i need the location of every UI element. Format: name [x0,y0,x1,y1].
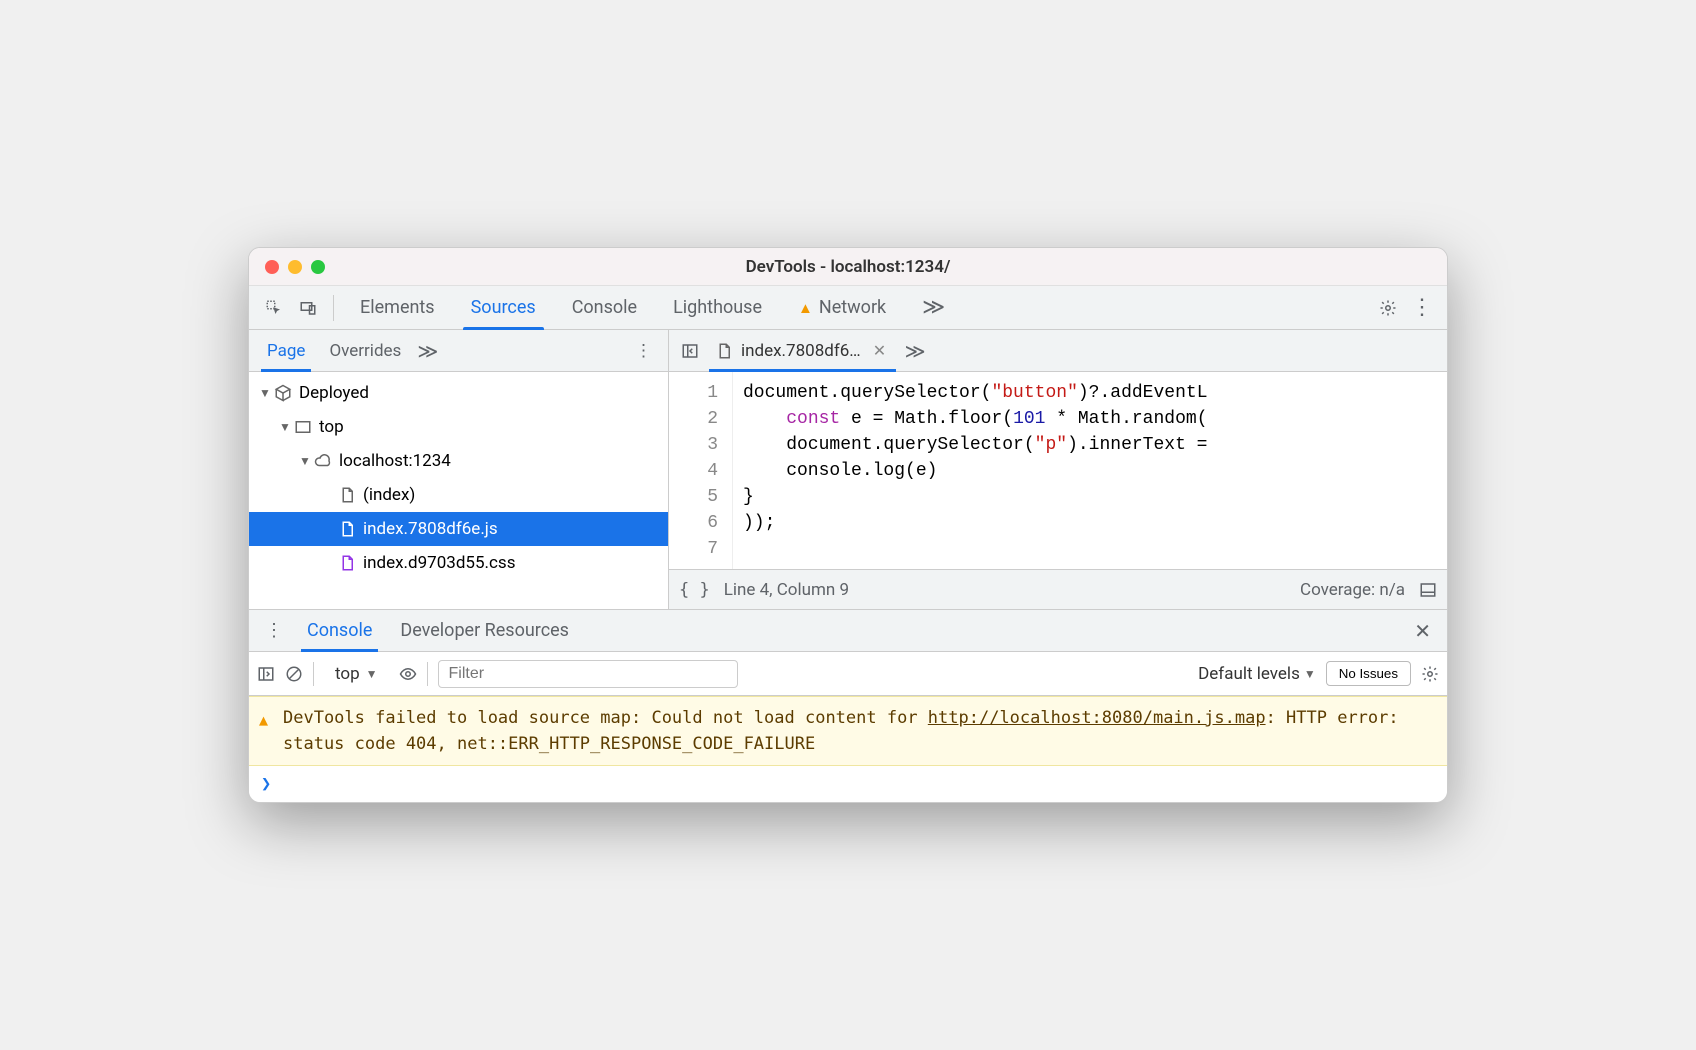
coverage-label: Coverage: n/a [1300,580,1405,600]
console-toolbar: top ▼ Default levels ▼ No Issues [249,652,1447,696]
levels-label: Default levels [1198,664,1300,684]
devtools-window: DevTools - localhost:1234/ Elements Sour… [248,247,1448,803]
drawer-tab-console[interactable]: Console [293,610,386,651]
sources-split: Page Overrides ≫ ⋮ ▼ Deployed ▼ [249,330,1447,610]
warning-prefix: DevTools failed to load source map: Coul… [283,708,928,728]
kebab-menu-icon[interactable]: ⋮ [1405,295,1439,320]
navigator-tab-overrides[interactable]: Overrides [317,330,413,371]
tree-file-css[interactable]: index.d9703d55.css [249,546,668,580]
navigator-kebab-icon[interactable]: ⋮ [625,341,662,361]
console-prompt[interactable]: ❯ [249,766,1447,802]
context-label: top [335,664,360,684]
navigator-tab-page[interactable]: Page [255,330,317,371]
cube-icon [273,384,293,402]
console-filter-input[interactable] [438,660,738,688]
divider [313,662,314,686]
tab-elements[interactable]: Elements [342,286,453,329]
navigator-more-tabs[interactable]: ≫ [417,339,438,363]
document-icon [715,342,733,360]
divider [333,295,334,321]
console-context-selector[interactable]: top ▼ [324,659,389,689]
main-tab-strip: Elements Sources Console Lighthouse ▲ Ne… [249,286,1447,330]
show-drawer-icon[interactable] [1419,581,1437,599]
more-tabs-button[interactable]: ≫ [904,286,963,329]
cursor-position: Line 4, Column 9 [724,580,849,600]
issues-button[interactable]: No Issues [1326,661,1411,686]
close-tab-icon[interactable]: ✕ [869,341,890,360]
document-icon [337,486,357,504]
tree-domain-label: localhost:1234 [339,451,451,471]
log-levels-selector[interactable]: Default levels ▼ [1198,664,1316,684]
window-title: DevTools - localhost:1234/ [746,257,951,277]
tab-lighthouse[interactable]: Lighthouse [655,286,780,329]
frame-icon [293,418,313,436]
tree-file-js[interactable]: index.7808df6e.js [249,512,668,546]
toggle-navigator-icon[interactable] [675,342,705,360]
tree-file-label: index.d9703d55.css [363,553,515,573]
tree-domain[interactable]: ▼ localhost:1234 [249,444,668,478]
navigator-tabs: Page Overrides ≫ ⋮ [249,330,668,372]
close-window-button[interactable] [265,260,279,274]
close-drawer-icon[interactable]: ✕ [1404,619,1441,643]
chevron-down-icon: ▼ [297,454,313,468]
pretty-print-icon[interactable]: { } [679,580,710,600]
console-sidebar-toggle-icon[interactable] [257,665,275,683]
tree-top-label: top [319,417,344,437]
chevron-down-icon: ▼ [277,420,293,434]
document-icon [337,520,357,538]
line-gutter: 1234567 [669,372,733,569]
live-expression-icon[interactable] [399,665,417,683]
drawer-tab-dev-resources[interactable]: Developer Resources [386,610,583,651]
divider [427,662,428,686]
device-toolbar-icon[interactable] [291,299,325,317]
traffic-lights [249,260,325,274]
navigator-pane: Page Overrides ≫ ⋮ ▼ Deployed ▼ [249,330,669,609]
editor-pane: index.7808df6… ✕ ≫ 1234567 document.quer… [669,330,1447,609]
maximize-window-button[interactable] [311,260,325,274]
document-icon [337,554,357,572]
console-settings-icon[interactable] [1421,665,1439,683]
chevron-down-icon: ▼ [1304,667,1316,681]
cloud-icon [313,452,333,470]
file-tree: ▼ Deployed ▼ top ▼ [249,372,668,609]
tab-sources[interactable]: Sources [453,286,554,329]
code-content[interactable]: document.querySelector("button")?.addEve… [733,372,1447,569]
settings-icon[interactable] [1371,299,1405,317]
chevron-down-icon: ▼ [257,386,273,400]
tree-group-deployed[interactable]: ▼ Deployed [249,376,668,410]
clear-console-icon[interactable] [285,665,303,683]
console-warning-message[interactable]: ▲ DevTools failed to load source map: Co… [249,696,1447,766]
console-messages: ▲ DevTools failed to load source map: Co… [249,696,1447,802]
warning-icon: ▲ [259,707,268,733]
editor-tab-label: index.7808df6… [741,341,861,361]
tree-top-frame[interactable]: ▼ top [249,410,668,444]
editor-open-file-tab[interactable]: index.7808df6… ✕ [705,330,900,371]
tree-deployed-label: Deployed [299,383,369,403]
tree-file-label: (index) [363,485,415,505]
tree-file-index[interactable]: (index) [249,478,668,512]
code-editor[interactable]: 1234567 document.querySelector("button")… [669,372,1447,569]
chevron-down-icon: ▼ [366,667,378,681]
minimize-window-button[interactable] [288,260,302,274]
editor-status-bar: { } Line 4, Column 9 Coverage: n/a [669,569,1447,609]
tab-network-label: Network [819,297,886,318]
titlebar: DevTools - localhost:1234/ [249,248,1447,286]
editor-tabs: index.7808df6… ✕ ≫ [669,330,1447,372]
tab-network[interactable]: ▲ Network [780,286,904,329]
drawer-kebab-icon[interactable]: ⋮ [255,620,293,641]
tab-console[interactable]: Console [554,286,655,329]
warning-icon: ▲ [798,299,813,317]
inspect-element-icon[interactable] [257,299,291,317]
tree-file-label: index.7808df6e.js [363,519,498,539]
more-editor-tabs[interactable]: ≫ [900,339,930,363]
drawer-tab-strip: ⋮ Console Developer Resources ✕ [249,610,1447,652]
warning-url[interactable]: http://localhost:8080/main.js.map [928,708,1266,728]
